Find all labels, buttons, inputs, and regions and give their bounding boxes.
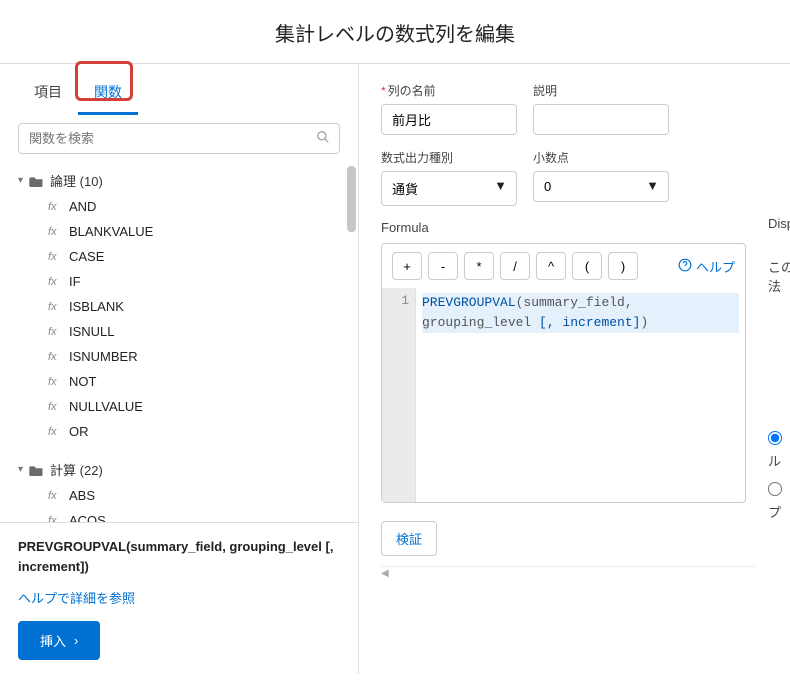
chevron-down-icon: ▾ bbox=[18, 464, 23, 475]
fx-icon: fx bbox=[48, 426, 62, 438]
col-name-input[interactable] bbox=[381, 104, 517, 135]
fn-item[interactable]: fxIF bbox=[48, 269, 344, 294]
search-wrap bbox=[0, 115, 358, 160]
output-type-select[interactable]: 通貨 bbox=[381, 171, 517, 206]
code-area[interactable]: 1 PREVGROUPVAL(summary_field, grouping_l… bbox=[382, 288, 745, 502]
function-tree[interactable]: ▾ 論理 (10) fxAND fxBLANKVALUE fxCASE fxIF… bbox=[0, 160, 358, 522]
tabs: 項目 関数 bbox=[0, 64, 358, 115]
search-icon bbox=[316, 130, 330, 147]
verify-button[interactable]: 検証 bbox=[381, 521, 437, 556]
display-radio-2[interactable] bbox=[768, 482, 782, 496]
folder-icon bbox=[29, 175, 44, 187]
editor-help-link[interactable]: ヘルプ bbox=[678, 257, 735, 276]
fn-item[interactable]: fxACOS bbox=[48, 508, 344, 522]
group-header-logic[interactable]: ▾ 論理 (10) bbox=[18, 171, 344, 190]
desc-input[interactable] bbox=[533, 104, 669, 135]
desc-label: 説明 bbox=[533, 82, 669, 99]
fx-icon: fx bbox=[48, 226, 62, 238]
fn-list-logic: fxAND fxBLANKVALUE fxCASE fxIF fxISBLANK… bbox=[48, 194, 344, 444]
scroll-left-icon[interactable]: ◀ bbox=[381, 568, 389, 579]
formula-label: Formula bbox=[381, 220, 790, 235]
decimal-label: 小数点 bbox=[533, 149, 669, 166]
line-gutter: 1 bbox=[382, 288, 416, 502]
op-multiply-button[interactable]: * bbox=[464, 252, 494, 280]
formula-editor: + - * / ^ ( ) ヘルプ 1 PREVGROU bbox=[381, 243, 746, 503]
col-name-label: 列の名前 bbox=[381, 82, 517, 99]
fn-item[interactable]: fxABS bbox=[48, 483, 344, 508]
fx-icon: fx bbox=[48, 301, 62, 313]
insert-button[interactable]: 挿入 › bbox=[18, 621, 100, 660]
scrollbar-thumb[interactable] bbox=[347, 166, 356, 232]
decimal-select[interactable]: 0 bbox=[533, 171, 669, 202]
op-power-button[interactable]: ^ bbox=[536, 252, 566, 280]
fx-icon: fx bbox=[48, 326, 62, 338]
op-plus-button[interactable]: + bbox=[392, 252, 422, 280]
fx-icon: fx bbox=[48, 490, 62, 502]
fn-item[interactable]: fxISNULL bbox=[48, 319, 344, 344]
fn-item[interactable]: fxCASE bbox=[48, 244, 344, 269]
help-signature: PREVGROUPVAL(summary_field, grouping_lev… bbox=[18, 537, 340, 576]
search-input[interactable] bbox=[18, 123, 340, 154]
fn-item[interactable]: fxNULLVALUE bbox=[48, 394, 344, 419]
clipped-side-panel: Displa この 法 ル プ bbox=[768, 230, 790, 521]
fn-list-calc: fxABS fxACOS fxASIN bbox=[48, 483, 344, 522]
group-label: 論理 (10) bbox=[50, 171, 103, 190]
group-header-calc[interactable]: ▾ 計算 (22) bbox=[18, 460, 344, 479]
tab-functions[interactable]: 関数 bbox=[78, 76, 138, 115]
fn-item[interactable]: fxOR bbox=[48, 419, 344, 444]
content: 項目 関数 ▾ 論理 (10) fxAND fxBLANKVALUE bbox=[0, 64, 790, 674]
chevron-down-icon: ▾ bbox=[18, 175, 23, 186]
help-icon bbox=[678, 258, 692, 275]
fx-icon: fx bbox=[48, 251, 62, 263]
fn-item[interactable]: fxISNUMBER bbox=[48, 344, 344, 369]
op-divide-button[interactable]: / bbox=[500, 252, 530, 280]
fx-icon: fx bbox=[48, 201, 62, 213]
folder-icon bbox=[29, 464, 44, 476]
fn-item[interactable]: fxISBLANK bbox=[48, 294, 344, 319]
help-link[interactable]: ヘルプで詳細を参照 bbox=[18, 588, 135, 607]
tab-fields[interactable]: 項目 bbox=[18, 76, 78, 115]
fx-icon: fx bbox=[48, 401, 62, 413]
group-calc: ▾ 計算 (22) fxABS fxACOS fxASIN bbox=[18, 455, 344, 522]
fx-icon: fx bbox=[48, 276, 62, 288]
fx-icon: fx bbox=[48, 515, 62, 523]
group-logic: ▾ 論理 (10) fxAND fxBLANKVALUE fxCASE fxIF… bbox=[18, 166, 344, 455]
group-label: 計算 (22) bbox=[50, 460, 103, 479]
fn-item[interactable]: fxAND bbox=[48, 194, 344, 219]
fn-item[interactable]: fxNOT bbox=[48, 369, 344, 394]
chevron-right-icon: › bbox=[74, 633, 78, 648]
display-radio-1[interactable] bbox=[768, 431, 782, 445]
editor-toolbar: + - * / ^ ( ) ヘルプ bbox=[382, 244, 745, 288]
dialog-title: 集計レベルの数式列を編集 bbox=[0, 0, 790, 63]
op-minus-button[interactable]: - bbox=[428, 252, 458, 280]
fn-item[interactable]: fxBLANKVALUE bbox=[48, 219, 344, 244]
left-panel: 項目 関数 ▾ 論理 (10) fxAND fxBLANKVALUE bbox=[0, 64, 359, 674]
op-lparen-button[interactable]: ( bbox=[572, 252, 602, 280]
help-panel: PREVGROUPVAL(summary_field, grouping_lev… bbox=[0, 522, 358, 674]
op-rparen-button[interactable]: ) bbox=[608, 252, 638, 280]
right-panel: 列の名前 説明 数式出力種別 通貨 ▼ 小数点 0 ▼ Formula bbox=[359, 64, 790, 674]
code-content[interactable]: PREVGROUPVAL(summary_field, grouping_lev… bbox=[416, 288, 745, 502]
output-type-label: 数式出力種別 bbox=[381, 149, 517, 166]
fx-icon: fx bbox=[48, 351, 62, 363]
fx-icon: fx bbox=[48, 376, 62, 388]
horizontal-scrollbar[interactable]: ◀ bbox=[381, 566, 756, 580]
